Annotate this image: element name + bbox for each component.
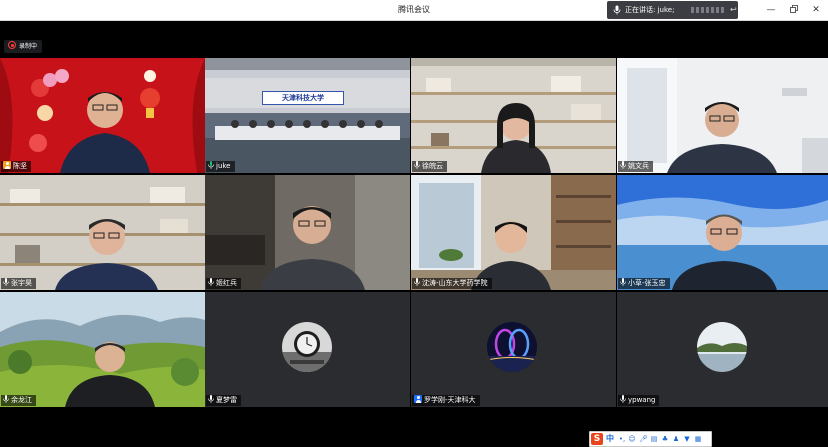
clock-avatar-image bbox=[282, 322, 332, 372]
video-tile[interactable]: 余龙江 bbox=[0, 292, 205, 407]
participant-name-tag: 夏梦雷 bbox=[206, 395, 241, 406]
toolbox-icon[interactable]: ▦ bbox=[694, 435, 702, 443]
mic-icon bbox=[3, 278, 9, 286]
participant-name-tag: 张宇昊 bbox=[1, 278, 36, 289]
video-tile[interactable]: 罗学刚-天津科大 bbox=[411, 292, 616, 407]
recording-badge[interactable]: 录制中 bbox=[4, 40, 43, 53]
lake-avatar-image bbox=[697, 322, 747, 372]
record-icon bbox=[8, 41, 16, 49]
shirt-icon[interactable]: ▼ bbox=[683, 435, 691, 443]
participant-name-tag: 小草-张玉忠 bbox=[618, 278, 670, 289]
participant-name-tag: 姬红兵 bbox=[206, 278, 241, 289]
video-tile[interactable]: ypwang bbox=[617, 292, 828, 407]
video-tile[interactable]: 姬红兵 bbox=[205, 175, 410, 290]
speaking-label: 正在讲话: juke; bbox=[625, 6, 675, 14]
mic-icon bbox=[620, 395, 626, 403]
keyboard-icon[interactable]: ▤ bbox=[650, 435, 658, 443]
mic-icon bbox=[208, 278, 214, 286]
pin-icon[interactable]: ↩ bbox=[730, 1, 737, 19]
close-button[interactable]: ✕ bbox=[805, 0, 827, 20]
video-tile[interactable]: 小草-张玉忠 bbox=[617, 175, 828, 290]
video-tile[interactable]: 陈坚 bbox=[0, 58, 205, 173]
restore-icon bbox=[790, 5, 798, 13]
user-center-icon[interactable]: ♟ bbox=[672, 435, 680, 443]
mic-icon bbox=[620, 161, 626, 169]
skin-icon[interactable]: ♣ bbox=[661, 435, 669, 443]
avatar bbox=[282, 322, 332, 372]
participant-name-tag: juke bbox=[206, 161, 235, 172]
participant-name-tag: 余龙江 bbox=[1, 395, 36, 406]
participant-name-tag: 徐皖云 bbox=[412, 161, 447, 172]
participant-name-tag: 沈涛-山东大学药学院 bbox=[412, 278, 492, 289]
sogou-logo-icon[interactable]: S bbox=[591, 433, 603, 445]
video-tile[interactable]: 天津科技大学 juke bbox=[205, 58, 410, 173]
recording-label: 录制中 bbox=[19, 43, 38, 50]
participant-name-tag: 陈坚 bbox=[1, 161, 31, 172]
ime-mode-toggle[interactable]: 中 bbox=[606, 432, 614, 446]
avatar bbox=[487, 322, 537, 372]
bright-room-background bbox=[617, 58, 828, 173]
bookshelf-background bbox=[0, 175, 205, 290]
video-tile[interactable]: 张宇昊 bbox=[0, 175, 205, 290]
mic-icon bbox=[208, 161, 214, 169]
mic-icon bbox=[3, 395, 9, 403]
video-tile[interactable]: 沈涛-山东大学药学院 bbox=[411, 175, 616, 290]
festive-background bbox=[0, 58, 205, 173]
minimize-button[interactable]: — bbox=[760, 0, 782, 20]
video-tile[interactable]: 徐皖云 bbox=[411, 58, 616, 173]
night-bridge-avatar-image bbox=[487, 322, 537, 372]
audio-level-bars bbox=[691, 7, 725, 13]
participant-name-tag: 罗学刚-天津科大 bbox=[412, 395, 480, 406]
video-tile[interactable]: 夏梦雷 bbox=[205, 292, 410, 407]
bookshelf-background bbox=[411, 58, 616, 173]
mic-icon bbox=[208, 395, 214, 403]
blurred-office-background bbox=[205, 175, 410, 290]
restore-button[interactable] bbox=[783, 0, 805, 20]
mic-icon bbox=[414, 278, 420, 286]
seaside-background bbox=[617, 175, 828, 290]
participant-name-tag: ypwang bbox=[618, 395, 660, 406]
speaking-indicator[interactable]: 正在讲话: juke; ↩ bbox=[607, 1, 738, 19]
mic-icon bbox=[414, 161, 420, 169]
mic-icon bbox=[613, 5, 621, 15]
host-user-icon bbox=[3, 161, 11, 169]
university-banner: 天津科技大学 bbox=[262, 91, 344, 105]
mic-icon bbox=[620, 278, 626, 286]
title-bar: 腾讯会议 正在讲话: juke; ↩ — ✕ bbox=[0, 0, 828, 21]
video-grid: 陈坚 天津科技大学 juke 徐皖云 姚文兵 张宇昊 姬红兵 沈涛-山东大学药学… bbox=[0, 58, 828, 408]
avatar bbox=[697, 322, 747, 372]
living-room-background bbox=[411, 175, 616, 290]
landscape-background bbox=[0, 292, 205, 407]
emoji-icon[interactable]: ☺ bbox=[628, 435, 636, 443]
voice-icon[interactable]: 🎤︎ bbox=[639, 435, 648, 443]
video-tile[interactable]: 姚文兵 bbox=[617, 58, 828, 173]
meeting-room-background bbox=[205, 58, 410, 173]
user-icon bbox=[414, 395, 422, 403]
punctuation-icon[interactable]: •, bbox=[618, 435, 626, 443]
participant-name-tag: 姚文兵 bbox=[618, 161, 653, 172]
